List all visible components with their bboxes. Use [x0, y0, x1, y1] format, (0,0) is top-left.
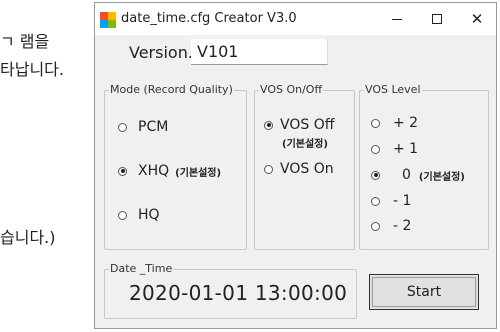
background-text-fragment: ㄱ 램을: [0, 32, 50, 51]
date-time-group: Date _Time 2020-01-01 13:00:00: [104, 262, 357, 319]
radio-label: - 2: [393, 218, 412, 234]
default-setting-note: (기본설정): [175, 167, 222, 179]
radio-label: + 1: [393, 141, 419, 157]
radio-level-minus1[interactable]: - 1: [371, 193, 411, 209]
radio-indicator: [371, 221, 380, 231]
maximize-icon: [432, 14, 442, 24]
mode-group: Mode (Record Quality) PCM XHQ (기본설정) HQ: [104, 83, 247, 250]
version-label: Version.: [129, 43, 193, 62]
vos-onoff-group-title: VOS On/Off: [259, 83, 324, 96]
radio-indicator: [118, 210, 127, 220]
radio-label: HQ: [138, 207, 160, 223]
radio-label: VOS Off: [280, 117, 335, 133]
radio-label: VOS On: [280, 161, 334, 177]
background-text-fragment: 습니다.): [0, 228, 56, 247]
radio-level-minus2[interactable]: - 2: [371, 218, 411, 234]
close-button[interactable]: ✕: [457, 3, 497, 35]
radio-label: - 1: [393, 193, 412, 209]
radio-indicator: [371, 170, 380, 180]
radio-mode-xhq[interactable]: XHQ (기본설정): [118, 163, 221, 179]
radio-level-plus1[interactable]: + 1: [371, 141, 418, 157]
maximize-button[interactable]: [417, 3, 457, 35]
background-text-fragment: 타납니다.: [0, 60, 64, 79]
start-button[interactable]: Start: [369, 274, 479, 310]
vos-level-group: VOS Level + 2 + 1 0 (기본설정) - 1 - 2: [359, 83, 489, 250]
date-time-group-title: Date _Time: [109, 262, 174, 275]
vos-onoff-group: VOS On/Off VOS Off (기본설정) VOS On: [254, 83, 355, 250]
radio-vos-on[interactable]: VOS On: [264, 161, 334, 177]
radio-label: 0: [402, 167, 411, 183]
app-window: date_time.cfg Creator V3.0 ✕ Version. V1…: [94, 2, 497, 329]
window-title: date_time.cfg Creator V3.0: [121, 11, 297, 26]
radio-indicator: [118, 122, 127, 132]
radio-level-0[interactable]: 0 (기본설정): [371, 167, 465, 183]
default-setting-note: (기본설정): [418, 171, 465, 183]
mode-group-title: Mode (Record Quality): [109, 83, 234, 96]
radio-indicator: [264, 120, 273, 130]
close-icon: ✕: [470, 10, 484, 28]
radio-mode-hq[interactable]: HQ: [118, 207, 160, 223]
minimize-icon: [392, 18, 402, 20]
radio-level-plus2[interactable]: + 2: [371, 115, 418, 131]
radio-indicator: [264, 164, 273, 174]
radio-label: XHQ: [138, 163, 170, 179]
date-time-value[interactable]: 2020-01-01 13:00:00: [129, 281, 347, 305]
minimize-button[interactable]: [377, 3, 417, 35]
app-icon: [100, 12, 116, 28]
radio-label: + 2: [393, 115, 419, 131]
radio-vos-off[interactable]: VOS Off: [264, 117, 334, 133]
radio-indicator: [371, 144, 380, 154]
radio-label: PCM: [138, 119, 169, 135]
version-input[interactable]: V101: [191, 39, 328, 65]
default-setting-note: (기본설정): [282, 139, 328, 150]
radio-indicator: [371, 196, 380, 206]
title-bar[interactable]: date_time.cfg Creator V3.0 ✕: [95, 3, 496, 35]
radio-indicator: [118, 166, 127, 176]
radio-indicator: [371, 118, 380, 128]
vos-level-group-title: VOS Level: [364, 83, 422, 96]
radio-mode-pcm[interactable]: PCM: [118, 119, 168, 135]
